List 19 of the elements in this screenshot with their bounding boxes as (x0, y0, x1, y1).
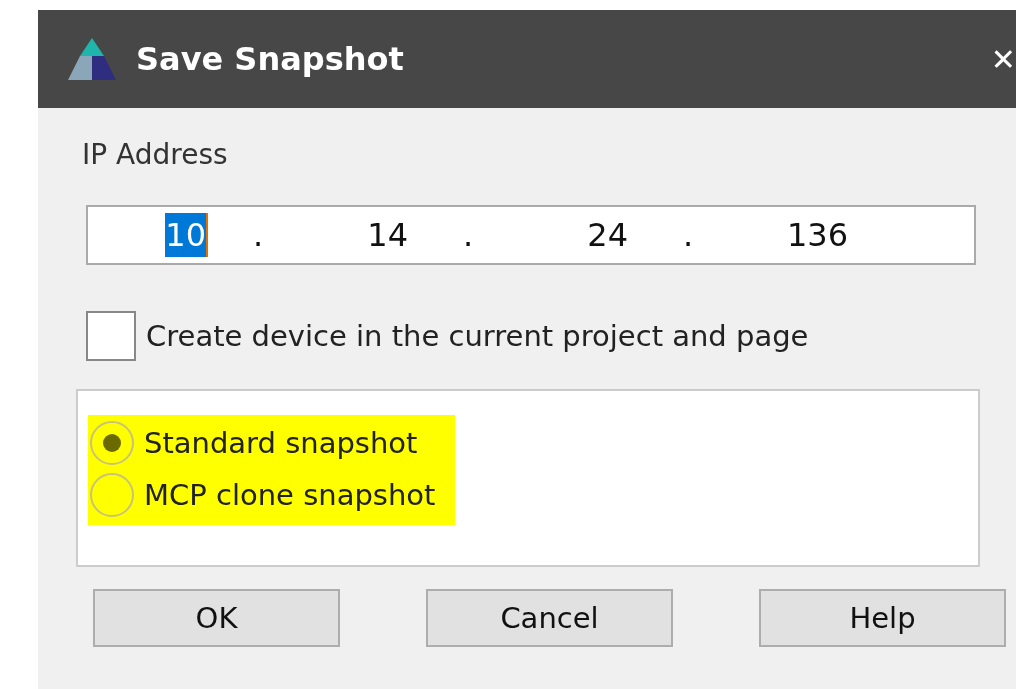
octet-text: 24 (587, 215, 628, 256)
checkbox[interactable] (86, 311, 136, 361)
radio-option[interactable]: MCP clone snapshot (90, 473, 436, 517)
checkbox-label: Create device in the current project and page (146, 319, 809, 353)
ip-address-field[interactable]: 10 . 14 . 24 . 136 (86, 205, 976, 265)
window-title: Save Snapshot (136, 40, 405, 78)
octet-text: 136 (786, 215, 848, 256)
octet-separator: . (252, 216, 264, 254)
close-button[interactable]: ✕ (988, 41, 1016, 77)
selected-octet-text: 10 (165, 213, 208, 257)
dialog-button[interactable]: Help (759, 589, 1006, 647)
radio-option[interactable]: Standard snapshot (90, 421, 436, 465)
octet-separator: . (462, 216, 474, 254)
octet-text: 14 (367, 215, 408, 256)
dialog-button[interactable]: Cancel (426, 589, 673, 647)
dialog-button[interactable]: OK (93, 589, 340, 647)
field-label: IP Address (82, 138, 229, 171)
octet-separator: . (682, 216, 694, 254)
app-logo-icon (66, 36, 118, 82)
